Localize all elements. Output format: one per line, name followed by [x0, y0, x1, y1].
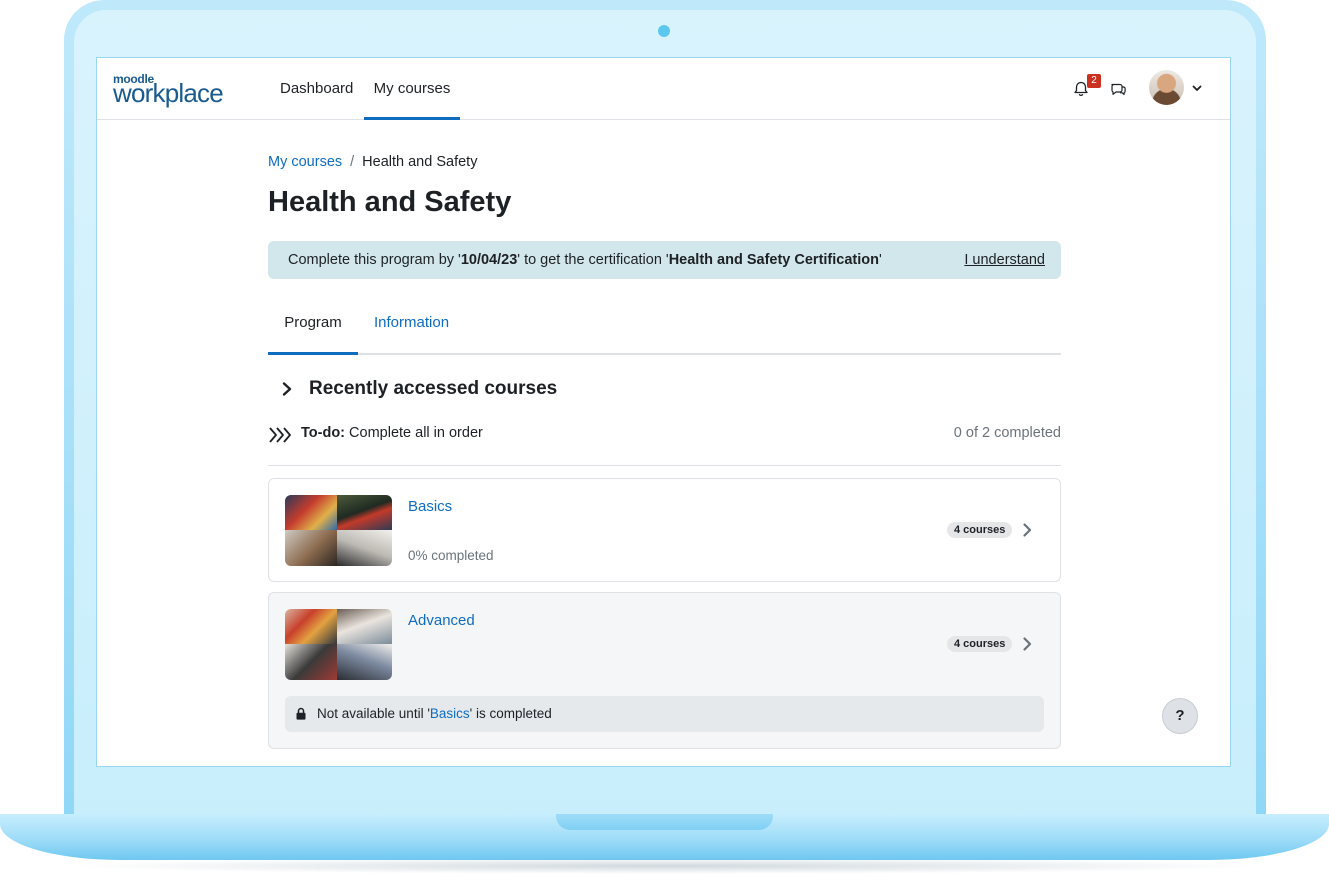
program-tabs: Program Information — [268, 310, 1061, 355]
thumbnail-tile — [285, 530, 337, 566]
alert-suffix: ' — [878, 252, 882, 268]
thumbnail-tile — [337, 644, 392, 680]
alert-certification: Health and Safety Certification — [668, 252, 879, 268]
alert-prefix: Complete this program by ' — [288, 252, 461, 268]
todo-text: To-do: Complete all in order — [301, 425, 483, 441]
chevron-down-icon[interactable] — [1191, 82, 1203, 94]
thumbnail-tile — [337, 495, 392, 530]
availability-restriction: Not available until 'Basics' is complete… — [285, 696, 1044, 732]
thumbnail-tile — [285, 644, 337, 680]
chevron-right-icon[interactable] — [1021, 636, 1033, 652]
course-set-name[interactable]: Advanced — [408, 612, 475, 629]
completion-count: 0 of 2 completed — [953, 425, 1061, 441]
laptop-shadow — [60, 858, 1269, 874]
laptop-notch — [556, 814, 773, 830]
todo-description: Complete all in order — [349, 425, 483, 441]
triple-chevron-icon — [269, 427, 291, 443]
page-title: Health and Safety — [268, 186, 512, 218]
thumbnail-tile — [337, 609, 392, 644]
lock-icon — [296, 707, 306, 720]
nav-my-courses[interactable]: My courses — [364, 58, 460, 120]
breadcrumb-current: Health and Safety — [362, 154, 478, 170]
course-set-thumbnail — [285, 609, 392, 680]
thumbnail-tile — [337, 530, 392, 566]
camera-dot — [658, 25, 670, 37]
tab-program[interactable]: Program — [268, 310, 358, 355]
course-set-thumbnail — [285, 495, 392, 566]
restriction-basics-link[interactable]: Basics — [430, 706, 470, 721]
restriction-prefix: Not available until ' — [317, 706, 430, 721]
chevron-right-icon[interactable] — [1021, 522, 1033, 538]
i-understand-link[interactable]: I understand — [964, 241, 1045, 279]
top-navbar: moodle workplace Dashboard My courses 2 — [97, 58, 1230, 120]
certification-alert: Complete this program by '10/04/23' to g… — [268, 241, 1061, 279]
section-title: Recently accessed courses — [309, 378, 558, 399]
chat-bubbles-icon[interactable] — [1109, 80, 1127, 98]
courses-count-badge: 4 courses — [947, 522, 1013, 538]
thumbnail-tile — [285, 495, 337, 530]
user-avatar[interactable] — [1149, 70, 1184, 105]
logo-big-text: workplace — [113, 78, 224, 108]
app-screen: moodle workplace Dashboard My courses 2 … — [96, 57, 1231, 767]
restriction-suffix: ' is completed — [469, 706, 552, 721]
course-set-card-basics[interactable]: Basics 0% completed 4 courses — [268, 478, 1061, 582]
alert-date: 10/04/23 — [460, 252, 518, 268]
breadcrumb-separator: / — [350, 154, 355, 170]
courses-count-badge: 4 courses — [947, 636, 1013, 652]
recently-accessed-section-header: Recently accessed courses — [280, 378, 780, 404]
course-set-progress: 0% completed — [408, 548, 494, 563]
tab-information[interactable]: Information — [374, 310, 449, 355]
help-button[interactable]: ? — [1162, 698, 1198, 734]
nav-dashboard[interactable]: Dashboard — [280, 58, 353, 120]
chevron-right-icon[interactable] — [280, 381, 294, 397]
course-set-name[interactable]: Basics — [408, 498, 452, 515]
notification-count-badge: 2 — [1087, 74, 1101, 88]
breadcrumb: My courses / Health and Safety — [268, 154, 477, 170]
todo-label: To-do: — [301, 425, 346, 441]
todo-row: To-do: Complete all in order 0 of 2 comp… — [268, 422, 1061, 466]
breadcrumb-my-courses[interactable]: My courses — [268, 154, 342, 170]
course-set-card-advanced[interactable]: Advanced 4 courses Not available until '… — [268, 592, 1061, 749]
thumbnail-tile — [285, 609, 337, 644]
alert-middle: ' to get the certification ' — [517, 252, 669, 268]
